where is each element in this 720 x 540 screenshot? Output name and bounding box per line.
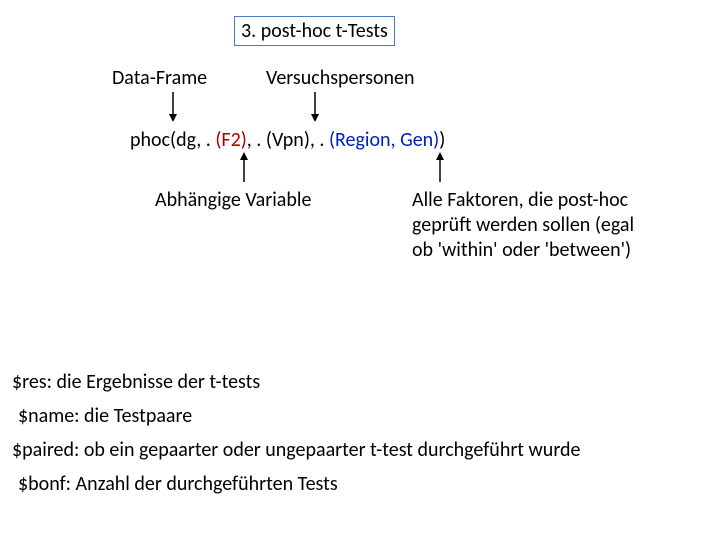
code-line: phoc(dg, . (F2), . (Vpn), . (Region, Gen… (130, 128, 445, 152)
section-title: 3. post-hoc t-Tests (241, 19, 388, 43)
code-region-gen: (Region, Gen) (329, 128, 439, 152)
result-name: $name: die Testpaare (18, 404, 192, 428)
arrow-up-icon (435, 152, 445, 182)
result-bonf: $bonf: Anzahl der durchgeführten Tests (18, 472, 338, 496)
annot-factors: Alle Faktoren, die post-hoc geprüft werd… (412, 188, 642, 263)
arrow-down-icon (310, 92, 320, 122)
code-part: , . (310, 128, 329, 152)
label-versuchspersonen: Versuchspersonen (266, 66, 414, 90)
arrow-down-icon (168, 92, 178, 122)
code-part: phoc(dg, . (130, 128, 215, 152)
code-part: , . (247, 128, 266, 152)
code-vpn: (Vpn) (266, 128, 310, 152)
arrow-up-icon (239, 152, 249, 182)
code-part: ) (439, 128, 445, 152)
section-title-box: 3. post-hoc t-Tests (234, 16, 395, 46)
label-dataframe: Data-Frame (112, 66, 207, 90)
result-paired: $paired: ob ein gepaarter oder ungepaart… (12, 438, 580, 462)
result-res: $res: die Ergebnisse der t-tests (12, 370, 260, 394)
code-f2: (F2) (215, 128, 246, 152)
annot-dependent: Abhängige Variable (155, 188, 311, 212)
